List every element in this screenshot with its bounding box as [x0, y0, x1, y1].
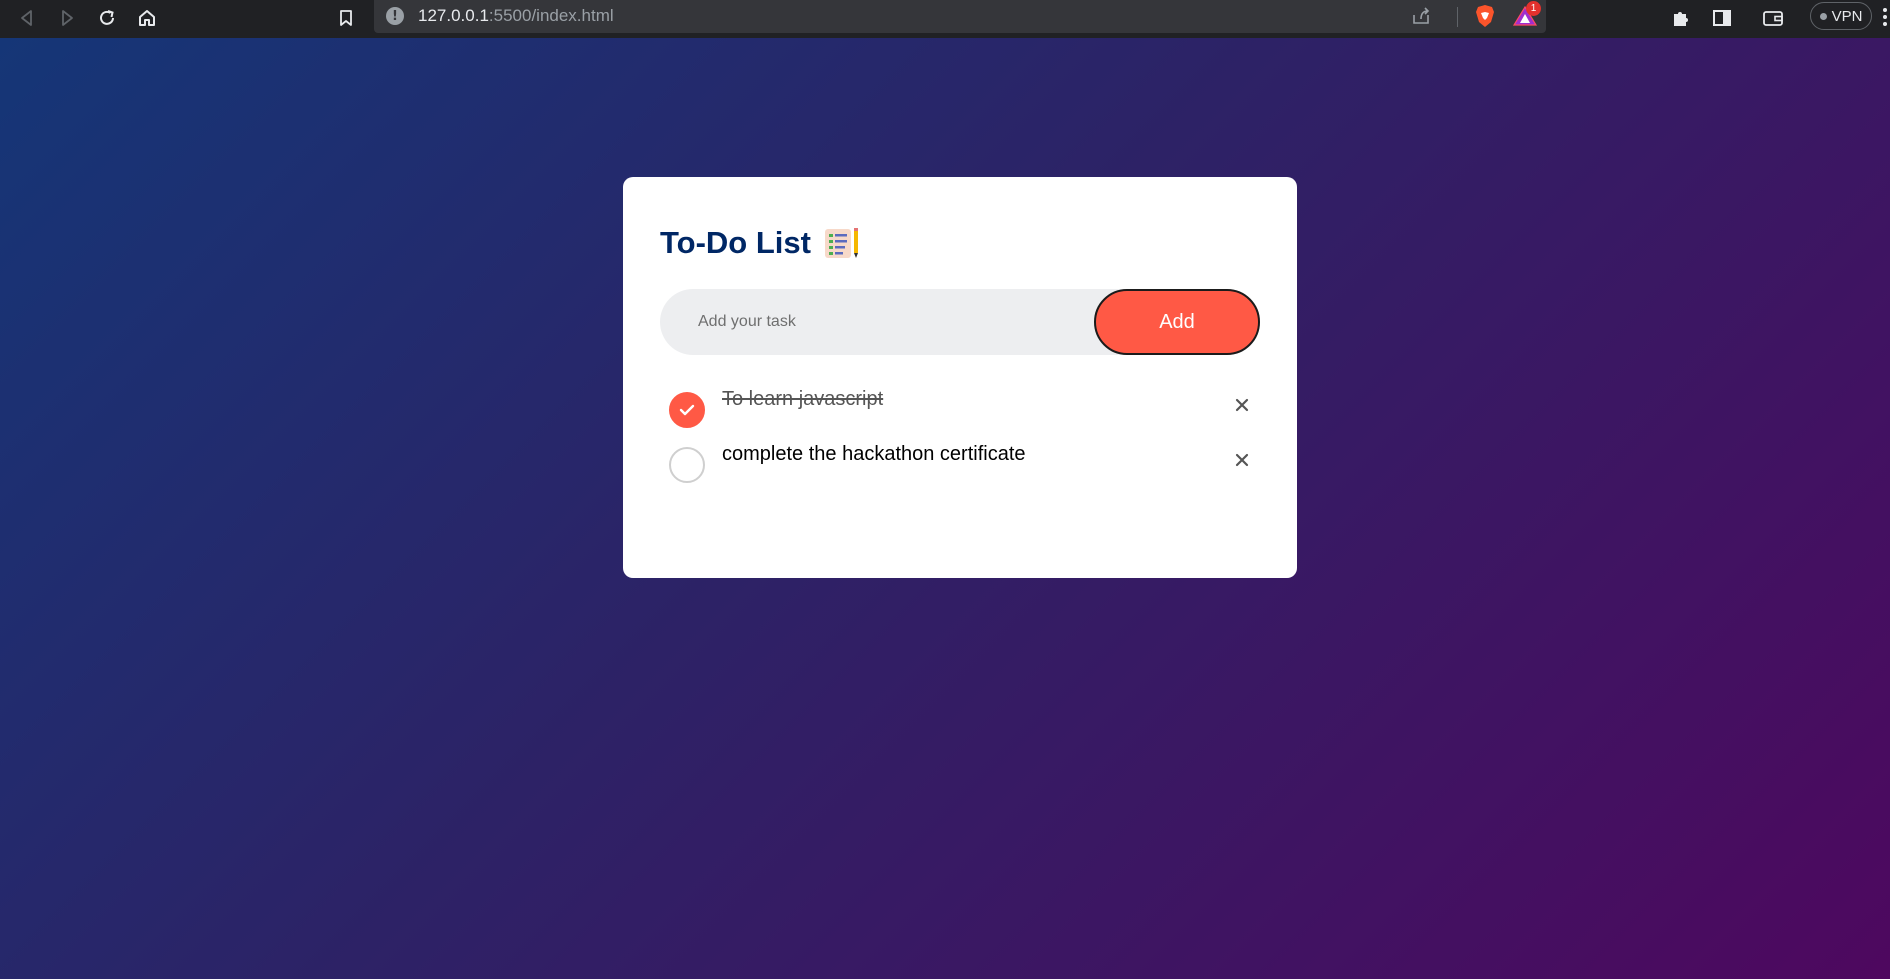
address-bar[interactable]: ! 127.0.0.1:5500/index.html 1 [374, 0, 1546, 33]
browser-toolbar: ! 127.0.0.1:5500/index.html 1 VPN [0, 0, 1890, 38]
site-info-icon[interactable]: ! [386, 7, 404, 25]
task-input-row: Add [660, 289, 1260, 355]
task-item[interactable]: To learn javascript [660, 385, 1260, 440]
check-icon [679, 404, 695, 416]
url-host: 127.0.0.1 [418, 6, 489, 25]
sidebar-icon [1713, 10, 1731, 26]
extensions-button[interactable] [1668, 5, 1694, 31]
delete-task-button[interactable] [1229, 447, 1255, 473]
task-list: To learn javascript complete the hackath… [660, 385, 1260, 495]
delete-task-button[interactable] [1229, 392, 1255, 418]
bookmark-button[interactable] [331, 3, 361, 33]
task-text: To learn javascript [722, 388, 884, 410]
url-path: :5500/index.html [488, 6, 614, 25]
bookmark-icon [340, 10, 352, 26]
wallet-button[interactable] [1760, 5, 1786, 31]
forward-arrow-icon [62, 10, 73, 26]
brave-shields-icon[interactable] [1473, 4, 1497, 28]
add-task-button[interactable]: Add [1094, 289, 1260, 355]
vpn-status-dot [1819, 12, 1827, 20]
menu-more-icon[interactable] [1880, 6, 1890, 28]
task-text: complete the hackathon certificate [722, 443, 1026, 465]
puzzle-icon [1674, 12, 1688, 26]
todo-card: To-Do List Add your task Add To learn ja… [623, 177, 1297, 578]
back-arrow-icon [21, 10, 32, 26]
share-icon[interactable] [1410, 5, 1432, 27]
vpn-label: VPN [1831, 7, 1863, 25]
sidebar-button[interactable] [1709, 5, 1735, 31]
page-title: To-Do List [660, 225, 811, 260]
url-text[interactable]: 127.0.0.1:5500/index.html [418, 6, 614, 26]
task-checkbox[interactable] [669, 447, 705, 483]
reload-button[interactable] [92, 3, 122, 33]
page-background: To-Do List Add your task Add To learn ja… [0, 38, 1890, 979]
back-button[interactable] [12, 3, 42, 33]
reload-icon [100, 10, 114, 25]
url-divider [1457, 7, 1458, 27]
forward-button[interactable] [52, 3, 82, 33]
task-item[interactable]: complete the hackathon certificate [660, 440, 1260, 495]
task-checkbox-checked[interactable] [669, 392, 705, 428]
close-icon [1235, 398, 1249, 412]
home-button[interactable] [132, 3, 162, 33]
home-icon [139, 10, 155, 26]
vpn-button[interactable]: VPN [1810, 2, 1872, 30]
notepad-pencil-icon [824, 228, 858, 258]
app-header: To-Do List [660, 225, 861, 261]
task-input[interactable] [660, 289, 1100, 355]
wallet-icon [1763, 11, 1783, 26]
close-icon [1235, 453, 1249, 467]
rewards-badge: 1 [1526, 1, 1541, 16]
